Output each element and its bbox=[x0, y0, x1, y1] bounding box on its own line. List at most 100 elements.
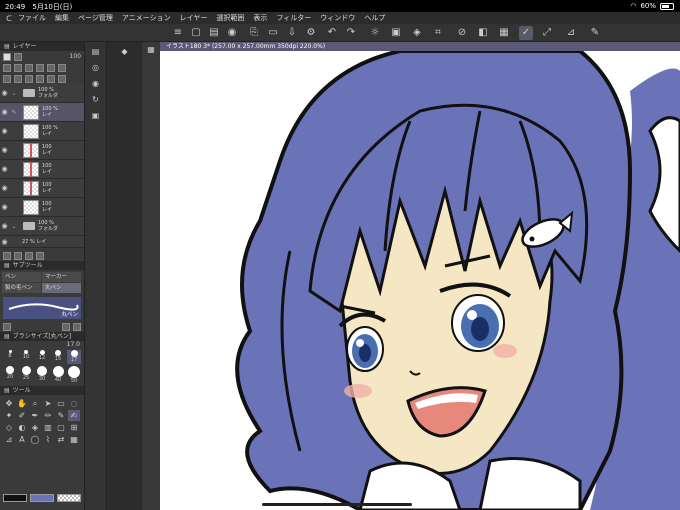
brush-size-option[interactable]: 30 bbox=[35, 366, 49, 382]
new-folder-icon[interactable] bbox=[25, 74, 33, 83]
menu-page[interactable]: ページ管理 bbox=[78, 13, 113, 23]
hand-tool-icon[interactable]: ✋ bbox=[16, 398, 28, 409]
menu-hamburger-icon[interactable]: ≡ bbox=[171, 26, 185, 40]
text-tool-icon[interactable]: A bbox=[16, 434, 28, 445]
eye-icon[interactable]: ◉ bbox=[0, 127, 9, 135]
expand-icon[interactable]: ⌄ bbox=[9, 90, 19, 97]
menu-file[interactable]: ファイル bbox=[18, 13, 46, 23]
canvas-tab[interactable]: イラスト180 3* (257.00 x 257.00mm 350dpi 220… bbox=[160, 42, 680, 51]
menu-animation[interactable]: アニメーション bbox=[122, 13, 171, 23]
edit-icon[interactable]: ✎ bbox=[588, 26, 602, 40]
layer-item[interactable]: ◉ 100 レイ bbox=[0, 141, 84, 160]
figure-tool-icon[interactable]: ▢ bbox=[55, 422, 67, 433]
selection-tool-icon[interactable]: ▭ bbox=[55, 398, 67, 409]
menu-filter[interactable]: フィルター bbox=[276, 13, 311, 23]
lock-layer-icon[interactable] bbox=[47, 63, 55, 72]
zoom-tool-icon[interactable]: ⌕ bbox=[29, 398, 41, 409]
fill-tool-icon[interactable]: ◈ bbox=[29, 422, 41, 433]
menu-help[interactable]: ヘルプ bbox=[364, 13, 385, 23]
layer-item[interactable]: ◉ 100 レイ bbox=[0, 160, 84, 179]
brush-size-option[interactable]: 40 bbox=[51, 366, 65, 383]
expand-icon[interactable]: ⌄ bbox=[9, 223, 19, 230]
eye-icon[interactable]: ◉ bbox=[0, 89, 9, 97]
subtool-tab-marker[interactable]: マーカー bbox=[42, 272, 81, 282]
blend-tool-icon[interactable]: ◐ bbox=[16, 422, 28, 433]
brush-size-value[interactable]: 17.0 bbox=[0, 341, 84, 348]
layer-mode-icon[interactable] bbox=[14, 52, 22, 61]
draft-layer-icon[interactable] bbox=[36, 63, 44, 72]
menu-selection[interactable]: 選択範囲 bbox=[216, 13, 244, 23]
save-icon[interactable]: ◉ bbox=[225, 26, 239, 40]
new-layer-icon[interactable] bbox=[3, 251, 11, 260]
eye-icon[interactable]: ◉ bbox=[0, 222, 9, 230]
new-vector-layer-icon[interactable] bbox=[14, 74, 22, 83]
pen-pressure-icon[interactable]: ✓ bbox=[519, 26, 533, 40]
layer-item[interactable]: ◉ 100 % レイ bbox=[0, 122, 84, 141]
layer-properties-icon[interactable]: ▤ bbox=[90, 46, 102, 58]
subtool-settings-icon[interactable] bbox=[3, 322, 11, 331]
history-icon[interactable]: ↻ bbox=[90, 94, 102, 106]
settings-icon[interactable]: ⚙ bbox=[304, 26, 318, 40]
deselect-icon[interactable]: ⊘ bbox=[455, 26, 469, 40]
subtool-tab-brush[interactable]: 製の毛ペン bbox=[2, 283, 41, 293]
new-layer-folder-icon[interactable] bbox=[14, 251, 22, 260]
transform-icon[interactable]: ▣ bbox=[389, 26, 403, 40]
brush-preview[interactable]: 丸ペン bbox=[3, 297, 81, 319]
sub-view-icon[interactable]: ◉ bbox=[90, 78, 102, 90]
correct-line-icon[interactable]: ⌇ bbox=[42, 434, 54, 445]
app-icon[interactable]: ᑕ bbox=[0, 14, 18, 23]
layer-item[interactable]: ◉ ⌄ 100 % フォルダ bbox=[0, 84, 84, 103]
main-color-chip[interactable] bbox=[3, 494, 27, 502]
menu-edit[interactable]: 編集 bbox=[55, 13, 69, 23]
layer-opacity-value[interactable]: 100 bbox=[70, 53, 81, 60]
material-icon[interactable]: ▣ bbox=[90, 110, 102, 122]
move-tool-icon[interactable]: ✥ bbox=[3, 398, 15, 409]
pencil-tool-icon[interactable]: ✏ bbox=[42, 410, 54, 421]
color-swap-icon[interactable]: ⇄ bbox=[55, 434, 67, 445]
menu-view[interactable]: 表示 bbox=[253, 13, 267, 23]
delete-layer-icon[interactable] bbox=[58, 74, 66, 83]
gradient-tool-icon[interactable]: ▥ bbox=[42, 422, 54, 433]
drawing-canvas[interactable] bbox=[160, 51, 680, 510]
navigator-icon[interactable]: ◎ bbox=[90, 62, 102, 74]
ruler-icon[interactable]: ⊿ bbox=[564, 26, 578, 40]
subtool-tab-round-pen[interactable]: 丸ペン bbox=[42, 283, 81, 293]
create-mask-icon[interactable] bbox=[47, 74, 55, 83]
eye-icon[interactable]: ◉ bbox=[0, 203, 9, 211]
lock-transparency-icon[interactable] bbox=[3, 63, 11, 72]
sun-icon[interactable]: ☼ bbox=[368, 26, 382, 40]
duplicate-layer-icon[interactable] bbox=[25, 251, 33, 260]
subtool-tab-pen[interactable]: ペン bbox=[2, 272, 41, 282]
transparent-color-chip[interactable] bbox=[57, 494, 81, 502]
transparent-color-icon[interactable]: ▦ bbox=[68, 434, 80, 445]
new-raster-layer-icon[interactable] bbox=[3, 74, 11, 83]
invert-selection-icon[interactable]: ◧ bbox=[476, 26, 490, 40]
auto-select-icon[interactable]: ✦ bbox=[3, 410, 15, 421]
mask-icon[interactable] bbox=[58, 63, 66, 72]
eraser-tool-icon[interactable]: ◇ bbox=[3, 422, 15, 433]
undo-icon[interactable]: ↶ bbox=[325, 26, 339, 40]
menu-window[interactable]: ウィンドウ bbox=[320, 13, 355, 23]
frame-tool-icon[interactable]: ⊞ bbox=[68, 422, 80, 433]
canvas-menu-icon[interactable]: ▦ bbox=[145, 44, 157, 56]
operation-tool-icon[interactable]: ➤ bbox=[42, 398, 54, 409]
brush-size-option[interactable]: 15 bbox=[51, 350, 65, 364]
lasso-tool-icon[interactable]: ◌ bbox=[68, 398, 80, 409]
eye-icon[interactable]: ◉ bbox=[0, 238, 9, 246]
folder-icon[interactable]: ▭ bbox=[266, 26, 280, 40]
crop-icon[interactable]: ⌗ bbox=[431, 26, 445, 40]
blend-mode-icon[interactable] bbox=[3, 52, 11, 61]
stroke-icon[interactable]: ⤢ bbox=[540, 26, 554, 40]
balloon-tool-icon[interactable]: ◯ bbox=[29, 434, 41, 445]
brush-size-option[interactable]: 17 bbox=[67, 350, 81, 364]
eye-icon[interactable]: ◉ bbox=[0, 108, 9, 116]
cube-icon[interactable]: ◆ bbox=[119, 46, 131, 58]
airbrush-tool-icon[interactable]: ✍ bbox=[68, 410, 80, 421]
brush-size-option[interactable]: 20 bbox=[3, 366, 17, 380]
menu-layer[interactable]: レイヤー bbox=[180, 13, 208, 23]
eyedropper-icon[interactable]: ✐ bbox=[16, 410, 28, 421]
clip-layer-icon[interactable] bbox=[14, 63, 22, 72]
selection-icon[interactable]: ▦ bbox=[497, 26, 511, 40]
delete-subtool-icon[interactable] bbox=[73, 322, 81, 331]
brush-size-option[interactable]: 8 bbox=[3, 350, 17, 364]
